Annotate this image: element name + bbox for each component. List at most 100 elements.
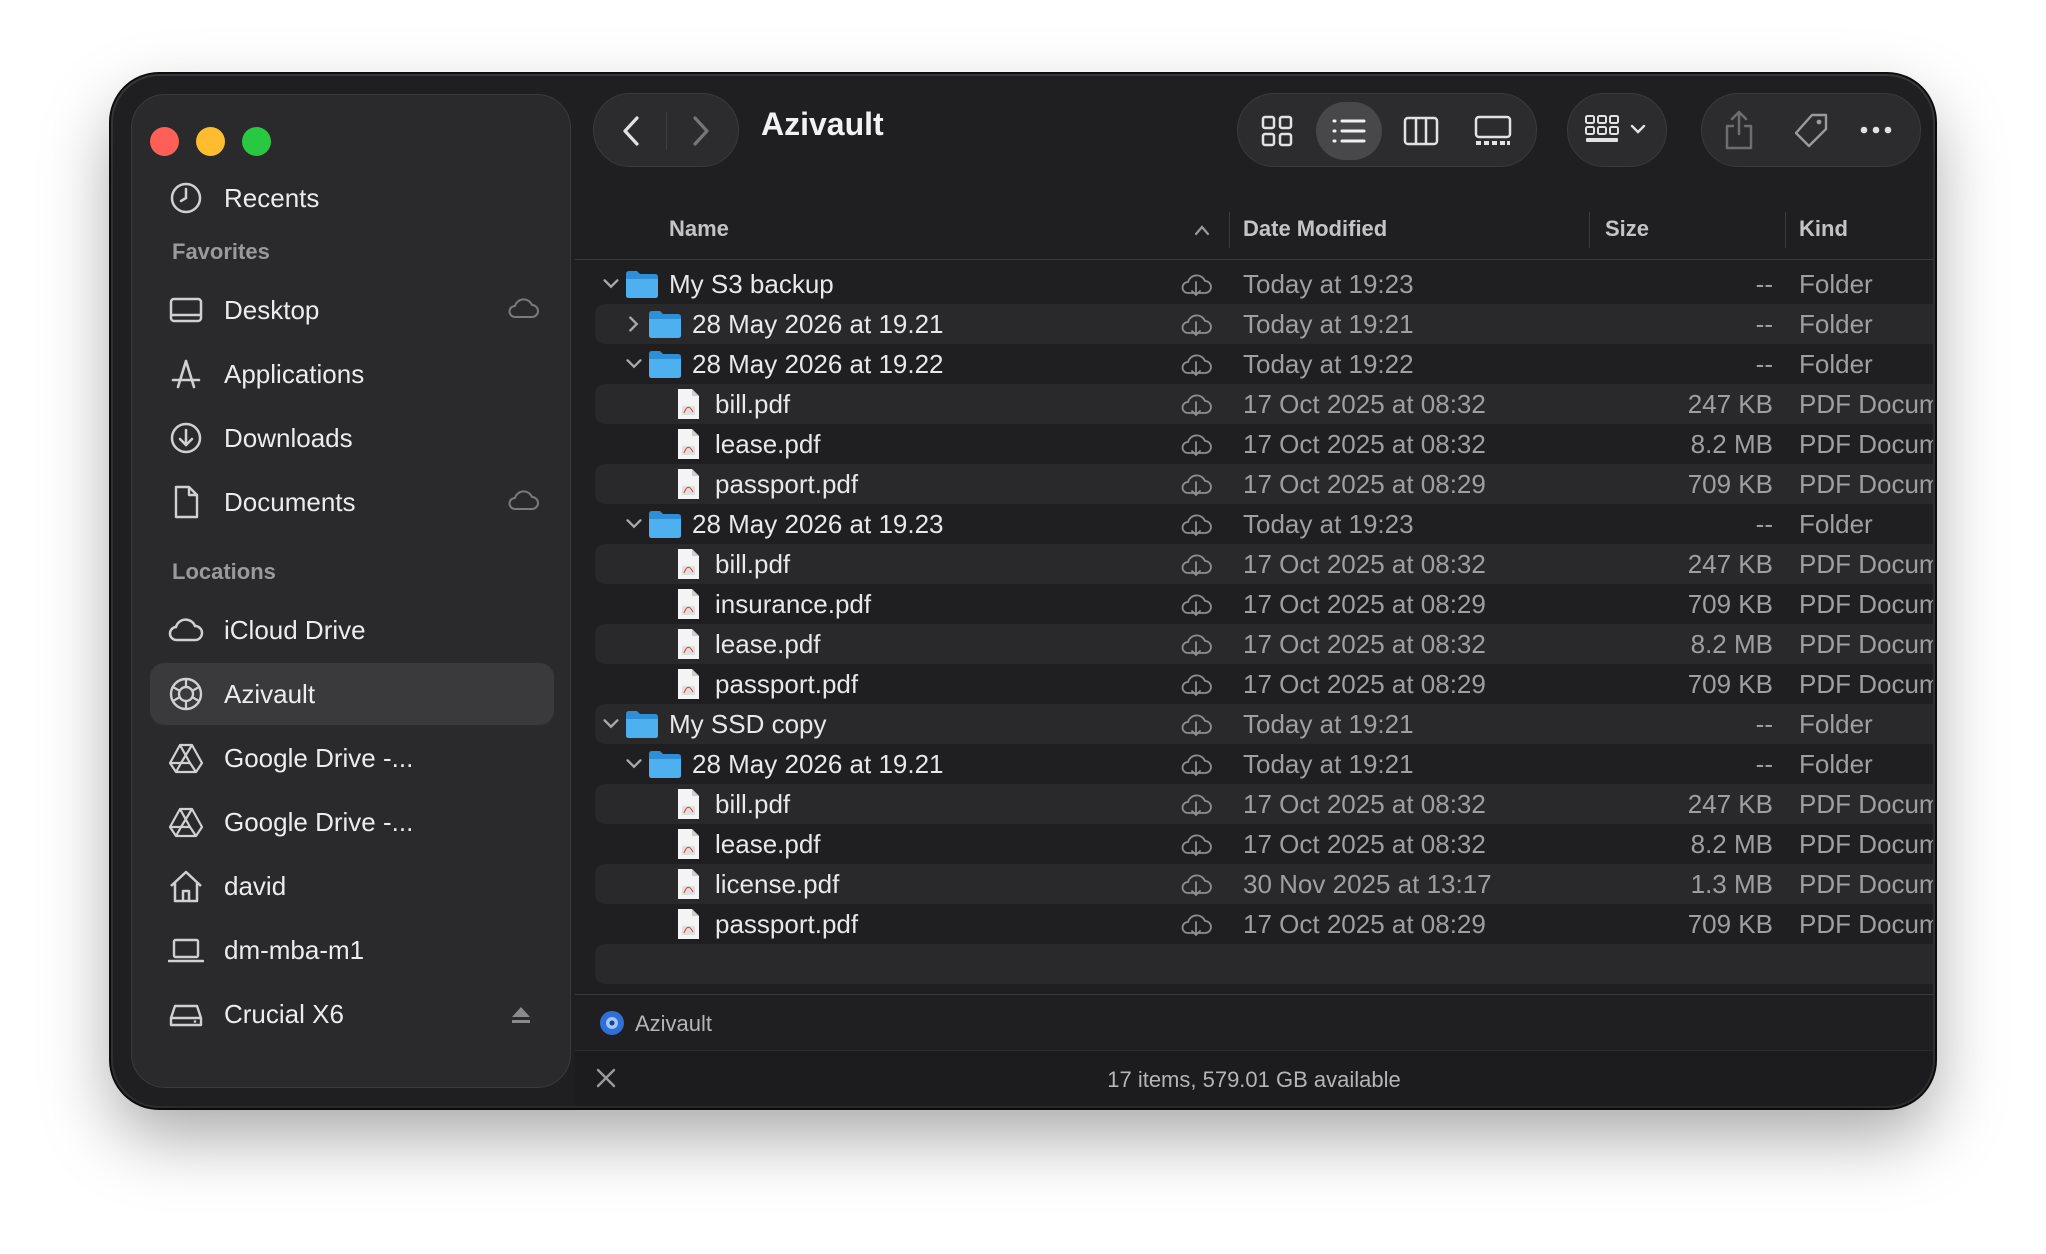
sidebar-item-label: Applications: [224, 358, 365, 389]
more-button[interactable]: [1858, 120, 1894, 140]
icon-view-button[interactable]: [1244, 102, 1310, 160]
file-row[interactable]: license.pdf 30 Nov 2025 at 13:17 1.3 MB PDF…: [595, 864, 1933, 904]
size-column-header[interactable]: Size: [1605, 216, 1649, 242]
date-modified: 17 Oct 2025 at 08:29: [1243, 669, 1486, 699]
pdf-file-icon: [671, 468, 705, 500]
zoom-window-button[interactable]: [242, 127, 271, 156]
name-column-header[interactable]: Name: [669, 216, 729, 242]
file-kind: Folder: [1799, 309, 1873, 339]
cloud-download-icon[interactable]: [1179, 470, 1213, 498]
cloud-download-icon[interactable]: [1179, 870, 1213, 898]
sidebar-item-david[interactable]: david: [150, 855, 554, 917]
file-row[interactable]: passport.pdf 17 Oct 2025 at 08:29 709 KB PD…: [595, 464, 1933, 504]
sidebar-item-dm-mba-m1[interactable]: dm-mba-m1: [150, 919, 554, 981]
file-name: lease.pdf: [715, 429, 821, 459]
cloud-download-icon[interactable]: [1179, 710, 1213, 738]
folder-row[interactable]: 28 May 2026 at 19.21 Today at 19:21 -- Fold…: [595, 304, 1933, 344]
file-name: bill.pdf: [715, 389, 791, 419]
cloud-download-icon[interactable]: [1179, 430, 1213, 458]
icloud-icon: [166, 610, 206, 650]
sidebar-item-label: Crucial X6: [224, 998, 344, 1029]
sidebar-item-desktop[interactable]: Desktop: [150, 279, 554, 341]
toolbar: Azivault: [573, 76, 1933, 196]
disclosure-open-icon[interactable]: [599, 712, 623, 736]
group-by-dropdown[interactable]: [1567, 93, 1667, 167]
window-controls: [150, 127, 271, 156]
cloud-download-icon[interactable]: [1179, 350, 1213, 378]
file-row[interactable]: lease.pdf 17 Oct 2025 at 08:32 8.2 MB PDF D…: [595, 824, 1933, 864]
file-row[interactable]: bill.pdf 17 Oct 2025 at 08:32 247 KB PDF Do…: [595, 784, 1933, 824]
cloud-download-icon[interactable]: [1179, 790, 1213, 818]
empty-row: [595, 944, 1933, 984]
sidebar-item-google-drive-2[interactable]: Google Drive -...: [150, 791, 554, 853]
cloud-download-icon[interactable]: [1179, 830, 1213, 858]
file-name: lease.pdf: [715, 829, 821, 859]
folder-row[interactable]: 28 May 2026 at 19.23 Today at 19:23 -- Fold…: [595, 504, 1933, 544]
sidebar-item-applications[interactable]: Applications: [150, 343, 554, 405]
sidebar-item-crucial-x6[interactable]: Crucial X6: [150, 983, 554, 1045]
kind-column-header[interactable]: Kind: [1799, 216, 1848, 242]
folder-row[interactable]: My SSD copy Today at 19:21 -- Folder: [595, 704, 1933, 744]
cloud-download-icon[interactable]: [1179, 750, 1213, 778]
file-row[interactable]: bill.pdf 17 Oct 2025 at 08:32 247 KB PDF Do…: [595, 544, 1933, 584]
disclosure-open-icon[interactable]: [622, 352, 646, 376]
sidebar-item-recents[interactable]: Recents: [150, 167, 554, 229]
file-row[interactable]: passport.pdf 17 Oct 2025 at 08:29 709 KB PD…: [595, 664, 1933, 704]
file-size: --: [1755, 349, 1773, 379]
file-kind: PDF Document: [1799, 909, 1933, 939]
disclosure-open-icon[interactable]: [599, 272, 623, 296]
disclosure-open-icon[interactable]: [622, 512, 646, 536]
file-size: 8.2 MB: [1690, 829, 1773, 859]
folder-row[interactable]: 28 May 2026 at 19.22 Today at 19:22 -- Fold…: [595, 344, 1933, 384]
file-row[interactable]: lease.pdf 17 Oct 2025 at 08:32 8.2 MB PDF D…: [595, 424, 1933, 464]
file-row[interactable]: lease.pdf 17 Oct 2025 at 08:32 8.2 MB PDF D…: [595, 624, 1933, 664]
back-button[interactable]: [612, 111, 652, 151]
file-size: --: [1755, 309, 1773, 339]
status-bar: 17 items, 579.01 GB available: [575, 1050, 1933, 1106]
forward-button[interactable]: [680, 111, 720, 151]
file-row[interactable]: passport.pdf 17 Oct 2025 at 08:29 709 KB PD…: [595, 904, 1933, 944]
file-kind: Folder: [1799, 749, 1873, 779]
navigation-group: [593, 93, 739, 167]
cloud-download-icon[interactable]: [1179, 510, 1213, 538]
sidebar-item-label: david: [224, 870, 287, 901]
cloud-download-icon[interactable]: [1179, 910, 1213, 938]
disclosure-closed-icon[interactable]: [622, 312, 646, 336]
list-view-button[interactable]: [1316, 102, 1382, 160]
gallery-view-button[interactable]: [1460, 102, 1526, 160]
sidebar-item-azivault[interactable]: Azivault: [150, 663, 554, 725]
path-location[interactable]: Azivault: [635, 1011, 712, 1037]
locations-heading: Locations: [172, 559, 276, 584]
google-drive-icon: [166, 802, 206, 842]
folder-row[interactable]: 28 May 2026 at 19.21 Today at 19:21 -- Fold…: [595, 744, 1933, 784]
folder-row[interactable]: My S3 backup Today at 19:23 -- Folder: [595, 264, 1933, 304]
tag-button[interactable]: [1792, 112, 1830, 150]
close-window-button[interactable]: [150, 127, 179, 156]
cloud-download-icon[interactable]: [1179, 310, 1213, 338]
cloud-download-icon[interactable]: [1179, 590, 1213, 618]
file-row[interactable]: bill.pdf 17 Oct 2025 at 08:32 247 KB PDF Do…: [595, 384, 1933, 424]
minimize-window-button[interactable]: [196, 127, 225, 156]
cloud-download-icon[interactable]: [1179, 630, 1213, 658]
share-button[interactable]: [1722, 108, 1756, 152]
disclosure-open-icon[interactable]: [622, 752, 646, 776]
date-column-header[interactable]: Date Modified: [1243, 216, 1387, 242]
group-icon: [1584, 112, 1624, 148]
file-kind: PDF Document: [1799, 869, 1933, 899]
azivault-globe-icon[interactable]: [599, 1010, 625, 1036]
sidebar-item-downloads[interactable]: Downloads: [150, 407, 554, 469]
file-row[interactable]: insurance.pdf 17 Oct 2025 at 08:29 709 KB P…: [595, 584, 1933, 624]
file-name: passport.pdf: [715, 669, 859, 699]
sidebar-item-documents[interactable]: Documents: [150, 471, 554, 533]
cloud-download-icon[interactable]: [1179, 550, 1213, 578]
eject-icon[interactable]: [510, 1002, 532, 1033]
cloud-download-icon[interactable]: [1179, 270, 1213, 298]
cloud-download-icon[interactable]: [1179, 670, 1213, 698]
sidebar-item-label: Azivault: [224, 678, 316, 709]
cloud-download-icon[interactable]: [1179, 390, 1213, 418]
sidebar-item-google-drive-1[interactable]: Google Drive -...: [150, 727, 554, 789]
column-view-button[interactable]: [1388, 102, 1454, 160]
external-drive-icon: [166, 994, 206, 1034]
nav-divider: [666, 112, 667, 150]
sidebar-item-icloud-drive[interactable]: iCloud Drive: [150, 599, 554, 661]
